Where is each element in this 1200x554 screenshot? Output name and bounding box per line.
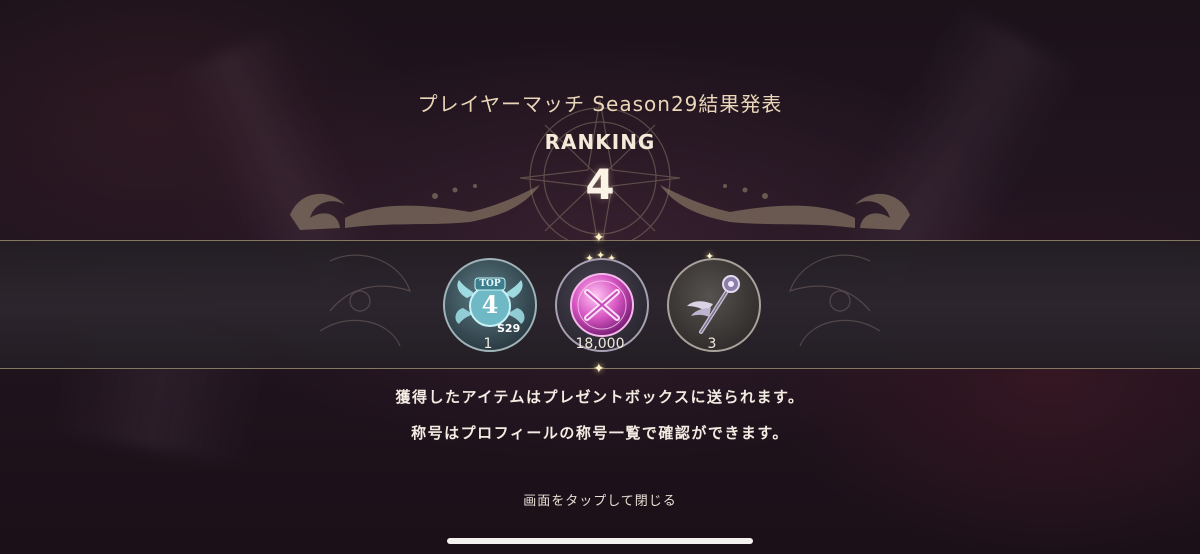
result-screen[interactable]: プレイヤーマッチ Season29結果発表 RANKING 4 ✦ ✦ ✦ ✦ … — [0, 0, 1200, 554]
reward-count: 3 — [707, 336, 717, 352]
sparkle-icon: ✦ — [593, 230, 605, 246]
season-tag: S29 — [497, 322, 521, 335]
home-indicator-bar[interactable] — [447, 538, 753, 544]
season-result-title: プレイヤーマッチ Season29結果発表 — [417, 92, 783, 116]
sparkle-icon: ✦ — [593, 361, 605, 377]
badge-number: 4 — [481, 290, 499, 319]
reward-count: 18,000 — [575, 336, 625, 352]
reward-count: 1 — [483, 336, 493, 352]
tap-to-close-hint[interactable]: 画面をタップして閉じる — [0, 490, 1200, 509]
ranking-label: RANKING — [544, 130, 656, 154]
ranking-value: 4 — [585, 160, 615, 209]
badge-top-label: TOP — [479, 279, 501, 289]
message-line-1: 獲得したアイテムはプレゼントボックスに送られます。 — [395, 388, 805, 406]
message-line-2: 称号はプロフィールの称号一覧で確認ができます。 — [411, 424, 789, 442]
